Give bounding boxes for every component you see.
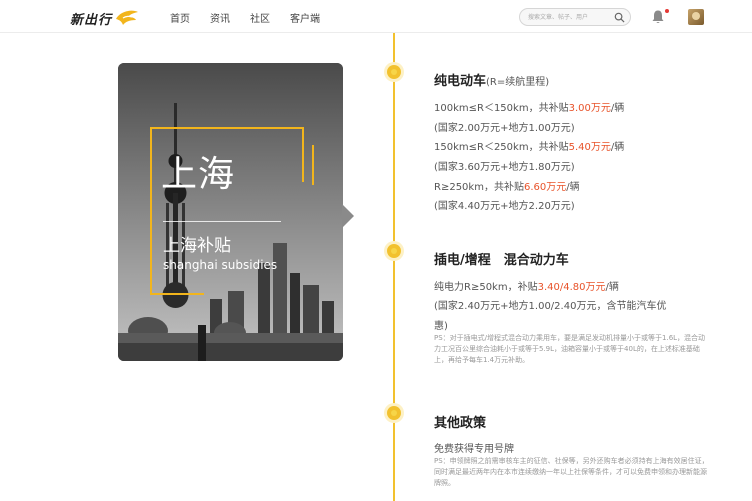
card-frame-right <box>302 127 304 182</box>
nav-home[interactable]: 首页 <box>170 10 190 25</box>
card-subtitle-en: shanghai subsidies <box>163 258 278 272</box>
policy-line: 免费获得专用号牌 <box>434 440 514 455</box>
subsidy-text: 纯电力R≥50km，补贴 <box>434 282 538 293</box>
section-title-phev: 插电/增程 混合动力车 <box>434 253 569 268</box>
subsidy-amount: 3.40/4.80万元 <box>537 282 606 293</box>
subsidy-line: 惠) <box>434 317 448 332</box>
card-frame-accent <box>312 145 314 185</box>
phev-note: PS：对于插电式/增程式混合动力乘用车，要是满足发动机排量小于或等于1.6L，混… <box>434 334 706 364</box>
subsidy-text: 惠) <box>434 321 448 332</box>
subsidy-line: (国家4.40万元+地方2.20万元) <box>434 197 575 212</box>
top-nav: 新出行 首页 资讯 社区 客户端 <box>0 0 752 33</box>
other-note: PS：申领牌照之前需审核车主的征信、社保等，另外还购车者必须持有上海有效居住证，… <box>434 457 709 487</box>
subsidy-line: (国家2.40万元+地方1.00/2.40万元，含节能汽车优 <box>434 297 666 312</box>
nav-client[interactable]: 客户端 <box>290 10 320 25</box>
section-title-bev: 纯电动车(R=续航里程) <box>434 70 549 89</box>
card-subtitle: 上海补贴 <box>163 236 231 256</box>
subsidy-text: R≥250km，共补贴 <box>434 182 524 193</box>
subsidy-amount: 6.60万元 <box>523 182 567 193</box>
subsidy-amount: 5.40万元 <box>568 142 611 153</box>
subsidy-unit: /辆 <box>610 142 625 153</box>
card-pointer <box>342 204 354 228</box>
card-divider <box>163 221 281 222</box>
search-icon[interactable] <box>614 12 625 23</box>
bell-icon[interactable] <box>651 9 665 25</box>
nav-links: 首页 资讯 社区 客户端 <box>170 10 320 25</box>
search-box <box>519 8 631 26</box>
subsidy-amount: 3.00万元 <box>568 103 611 114</box>
subsidy-text: (国家2.00万元+地方1.00万元) <box>434 123 575 134</box>
subsidy-text: 100km≤R＜150km，共补贴 <box>434 103 569 114</box>
section-title-other: 其他政策 <box>434 416 487 431</box>
subsidy-line: 纯电力R≥50km，补贴3.40/4.80万元/辆 <box>434 278 619 293</box>
subsidy-text: (国家3.60万元+地方1.80万元) <box>434 162 575 173</box>
nav-community[interactable]: 社区 <box>250 10 270 25</box>
search-input[interactable] <box>528 11 614 23</box>
subsidy-line: (国家2.00万元+地方1.00万元) <box>434 119 575 134</box>
nav-news[interactable]: 资讯 <box>210 10 230 25</box>
subsidy-unit: /辆 <box>610 103 625 114</box>
wing-logo-icon <box>116 10 139 25</box>
notification-dot <box>665 9 669 13</box>
subsidy-unit: /辆 <box>605 282 619 293</box>
subsidy-line: 150km≤R＜250km，共补贴5.40万元/辆 <box>434 138 624 153</box>
policy-text: 免费获得专用号牌 <box>434 444 514 455</box>
subsidy-text: (国家4.40万元+地方2.20万元) <box>434 201 575 212</box>
section-title-note: (R=续航里程) <box>486 77 550 88</box>
subsidy-line: (国家3.60万元+地方1.80万元) <box>434 158 575 173</box>
subsidy-line: R≥250km，共补贴6.60万元/辆 <box>434 178 580 193</box>
timeline-node <box>387 65 401 79</box>
avatar[interactable] <box>688 9 704 25</box>
subsidy-unit: /辆 <box>566 182 580 193</box>
logo-text: 新出行 <box>70 12 113 28</box>
logo[interactable]: 新出行 <box>70 9 140 28</box>
subsidy-text: 150km≤R＜250km，共补贴 <box>434 142 569 153</box>
card-title: 上海 <box>161 154 236 195</box>
timeline-line <box>393 33 395 501</box>
subsidy-line: 100km≤R＜150km，共补贴3.00万元/辆 <box>434 99 624 114</box>
subsidy-text: (国家2.40万元+地方1.00/2.40万元，含节能汽车优 <box>434 301 667 312</box>
card-frame-bottom <box>150 293 204 295</box>
timeline-node <box>387 244 401 258</box>
timeline-node <box>387 406 401 420</box>
section-title-text: 纯电动车 <box>434 74 487 89</box>
